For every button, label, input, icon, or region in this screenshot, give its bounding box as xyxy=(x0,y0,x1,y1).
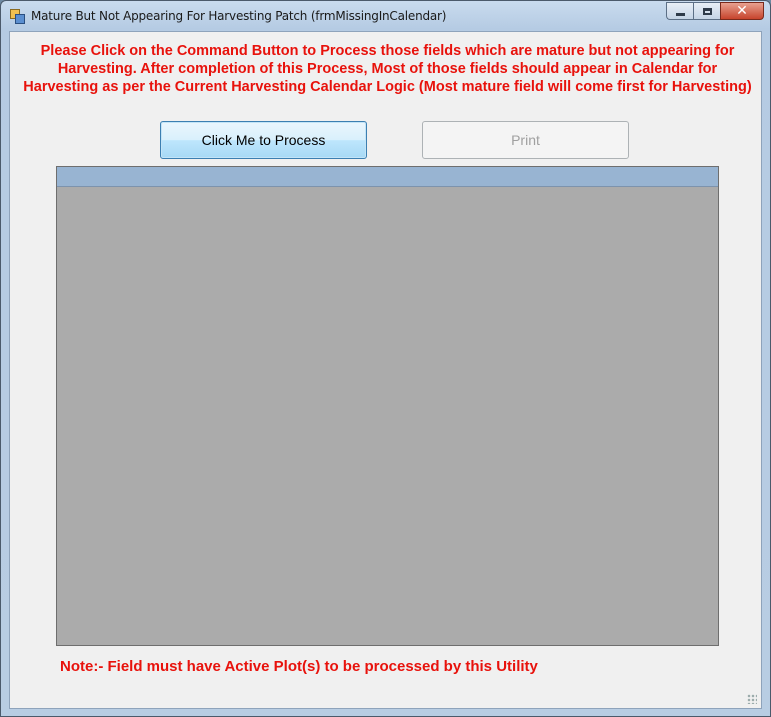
minimize-button[interactable] xyxy=(666,2,693,20)
process-button[interactable]: Click Me to Process xyxy=(160,121,367,159)
instruction-message: Please Click on the Command Button to Pr… xyxy=(23,43,752,95)
application-window: Mature But Not Appearing For Harvesting … xyxy=(0,0,771,717)
process-button-label: Click Me to Process xyxy=(201,132,326,148)
maximize-icon xyxy=(702,7,712,15)
results-data-grid[interactable] xyxy=(56,166,719,646)
window-title: Mature But Not Appearing For Harvesting … xyxy=(31,9,447,23)
maximize-button[interactable] xyxy=(693,2,720,20)
print-button[interactable]: Print xyxy=(422,121,629,159)
minimize-icon xyxy=(675,12,685,16)
title-bar[interactable]: Mature But Not Appearing For Harvesting … xyxy=(1,1,770,31)
close-icon: ✕ xyxy=(736,3,748,19)
grid-column-header[interactable] xyxy=(57,167,718,187)
window-controls: ✕ xyxy=(666,2,764,21)
close-button[interactable]: ✕ xyxy=(720,2,764,20)
print-button-label: Print xyxy=(511,132,540,148)
app-form-icon[interactable] xyxy=(10,9,25,24)
resize-grip-icon[interactable] xyxy=(747,694,757,704)
note-label: Note:- Field must have Active Plot(s) to… xyxy=(60,658,538,675)
form-client-area: Please Click on the Command Button to Pr… xyxy=(9,31,762,709)
